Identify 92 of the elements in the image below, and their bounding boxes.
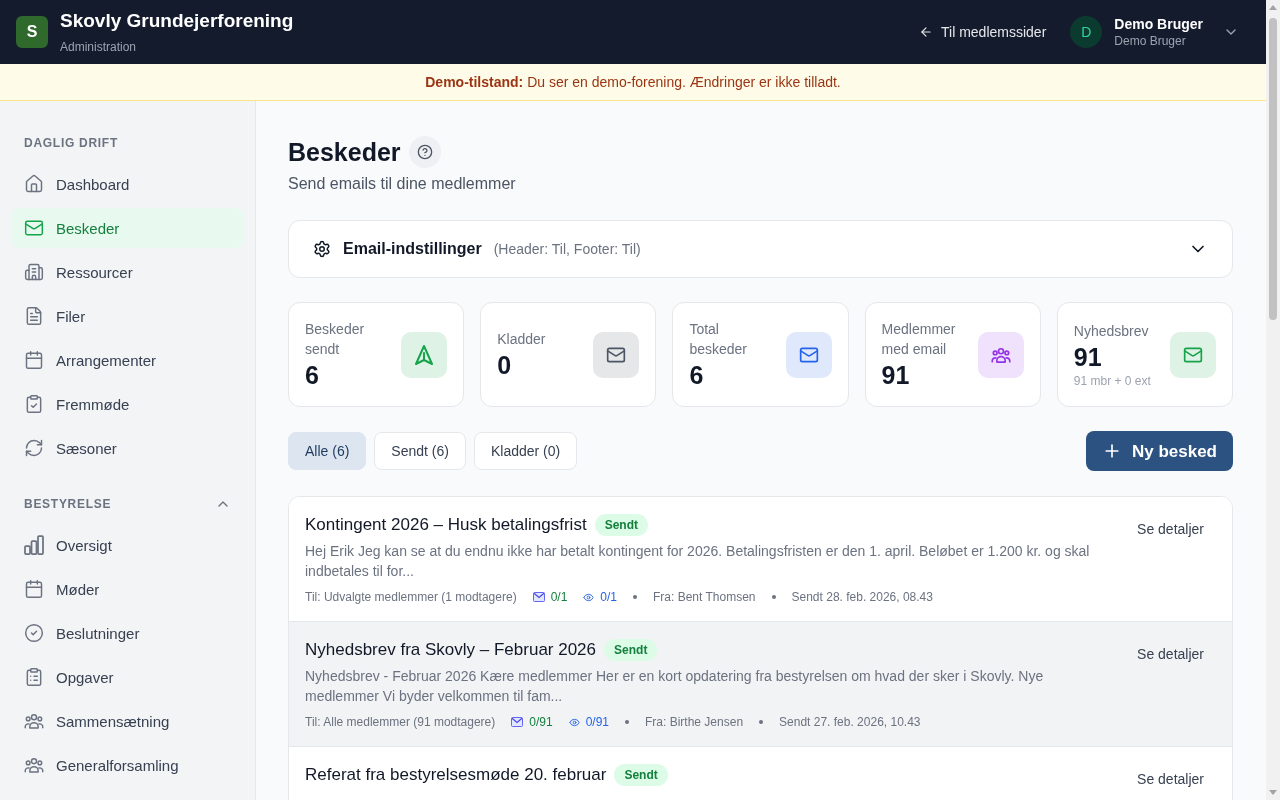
sidebar-item[interactable]: Arrangementer — [12, 340, 243, 380]
sidebar-item[interactable]: Møder — [12, 569, 243, 609]
sidebar-item[interactable]: Opgaver — [12, 657, 243, 697]
stat-label: Beskeder sendt — [305, 319, 366, 359]
stat-label: Total beskeder — [689, 319, 748, 359]
delivery-count: 0/1 — [550, 589, 568, 605]
section-heading: DAGLIG DRIFT — [24, 135, 118, 151]
eye-icon — [583, 591, 595, 603]
message-row[interactable] — [289, 621, 1232, 746]
sidebar-item[interactable]: Ressourcer — [12, 252, 243, 292]
stat-note: 91 mbr + 0 ext — [1073, 372, 1151, 389]
status-badge: Sendt — [594, 514, 648, 536]
message-title: Referat fra bestyrelsesmøde 20. februar — [305, 764, 607, 786]
details-button[interactable]: Se detaljer — [1125, 638, 1216, 670]
scrollbar-thumb[interactable] — [1269, 18, 1277, 320]
organization-subtitle: Administration — [60, 39, 138, 55]
message-title: Nyhedsbrev fra Skovly – Februar 2026 — [305, 639, 597, 661]
filter-tab[interactable]: Alle (6) — [288, 432, 367, 470]
separator-dot-icon — [759, 720, 764, 724]
page-title: Beskeder — [288, 137, 401, 168]
new-message-button[interactable]: Ny besked — [1085, 431, 1233, 471]
view-count: 0/91 — [585, 714, 609, 730]
sidebar-item[interactable]: Sammensætning — [12, 701, 243, 741]
status-badge: Sendt — [604, 639, 658, 661]
stat-value: 6 — [689, 359, 705, 391]
message-preview: Hej Erik Jeg kan se at du endnu ikke har betalt kontingent for 2026. Betalingsfristen er den 1. april. Beløbet er 1.200 kr. og skal indbetales til for... — [305, 542, 1091, 581]
settings-panel[interactable]: Email-indstillinger (Header: Til, Footer: Til) — [288, 220, 1233, 278]
logo: S — [16, 16, 48, 48]
sidebar-item[interactable]: Dashboard — [12, 164, 243, 204]
stat-value: 0 — [497, 349, 513, 381]
help-icon — [416, 144, 433, 160]
user-role: Demo Bruger — [1114, 33, 1187, 49]
calendar-icon — [24, 350, 44, 370]
message-preview: Nyhedsbrev - Februar 2026 Kære medlemmer Her er en kort opdatering fra bestyrelsen om hvad der sker i Skovly. Nye medlemmer Vi byder velkommen til fam... — [305, 667, 1045, 706]
mail-icon — [24, 218, 44, 238]
sidebar-item[interactable]: Fremmøde — [12, 384, 243, 424]
separator-dot-icon — [633, 595, 637, 599]
document-icon — [24, 306, 44, 326]
sidebar-item[interactable]: Filer — [12, 296, 243, 336]
envelope-icon — [511, 717, 524, 727]
help-button[interactable] — [408, 136, 441, 168]
user-avatar: D — [1070, 16, 1103, 48]
check-circle-icon — [24, 623, 44, 643]
sidebar-item[interactable]: Beskeder — [12, 208, 243, 248]
recipients-text: Til: Udvalgte medlemmer (1 modtagere) — [305, 589, 517, 605]
settings-title: Email-indstillinger — [343, 239, 482, 259]
people-icon — [24, 755, 44, 775]
view-count: 0/1 — [600, 589, 617, 605]
recipients-text: Til: Alle medlemmer (91 modtagere) — [305, 714, 496, 730]
calendar-icon — [24, 579, 44, 599]
clipboard-list-icon — [24, 667, 44, 687]
clipboard-check-icon — [24, 394, 44, 414]
user-name: Demo Bruger — [1114, 15, 1203, 33]
envelope-icon — [532, 592, 545, 602]
filter-tab[interactable]: Kladder (0) — [473, 432, 578, 470]
sent-date: Sendt 27. feb. 2026, 10.43 — [779, 714, 921, 730]
stat-label: Kladder — [497, 329, 546, 349]
scroll-up-arrow-icon[interactable] — [1269, 5, 1277, 10]
delivery-count: 0/91 — [529, 714, 553, 730]
sidebar-item[interactable]: Generalforsamling — [12, 745, 243, 785]
sender-text: Fra: Bent Thomsen — [653, 589, 756, 605]
bar-chart-icon — [24, 535, 44, 555]
stat-value: 91 — [881, 359, 911, 391]
status-badge: Sendt — [614, 764, 668, 786]
separator-dot-icon — [625, 720, 629, 724]
settings-icon — [313, 240, 331, 258]
details-button[interactable]: Se detaljer — [1125, 763, 1216, 795]
details-button[interactable]: Se detaljer — [1125, 513, 1216, 545]
filter-tab[interactable]: Sendt (6) — [374, 432, 466, 470]
people-icon — [24, 711, 44, 731]
section-heading: BESTYRELSE — [24, 496, 112, 512]
message-title: Kontingent 2026 – Husk betalingsfrist — [305, 514, 587, 536]
sent-date: Sendt 28. feb. 2026, 08.43 — [791, 589, 933, 605]
sender-text: Fra: Birthe Jensen — [645, 714, 744, 730]
eye-icon — [568, 716, 580, 728]
separator-dot-icon — [771, 595, 776, 599]
sidebar-item[interactable]: Beslutninger — [12, 613, 243, 653]
stat-value: 91 — [1073, 341, 1103, 373]
settings-summary: (Header: Til, Footer: Til) — [493, 240, 641, 259]
back-link[interactable]: Til medlemssider — [919, 17, 1047, 47]
sidebar-item[interactable]: Sæsoner — [12, 428, 243, 468]
page-subtitle: Send emails til dine medlemmer — [288, 174, 517, 194]
stat-value: 6 — [305, 359, 320, 391]
refresh-icon — [24, 438, 44, 458]
stat-label: Nyhedsbrev — [1073, 321, 1150, 341]
building-icon — [24, 262, 44, 282]
scroll-down-arrow-icon[interactable] — [1269, 790, 1277, 795]
stat-label: Medlemmer med email — [881, 319, 957, 359]
sidebar-item[interactable]: Oversigt — [12, 525, 243, 565]
house-icon — [24, 174, 44, 194]
organization-name: Skovly Grundejerforening — [60, 9, 294, 33]
demo-notice: Demo-tilstand: Du ser en demo-forening. Ændringer er ikke tilladt. — [425, 74, 841, 90]
